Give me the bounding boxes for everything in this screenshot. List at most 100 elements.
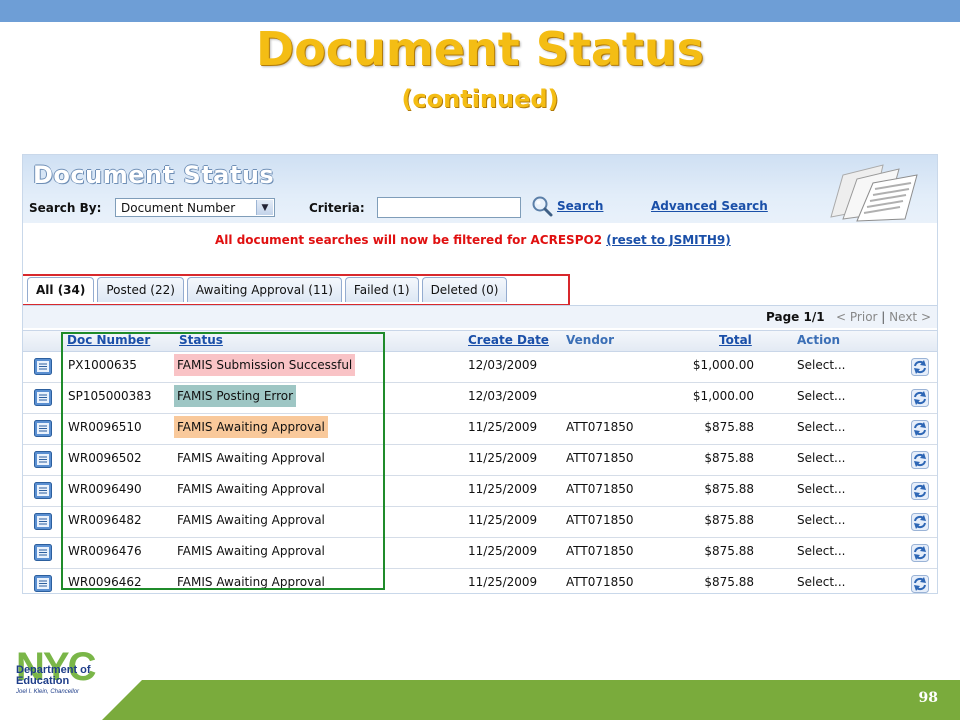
table-row: WR0096476 FAMIS Awaiting Approval 11/25/20… [23,537,937,569]
search-link[interactable]: Search [557,199,603,213]
tabs-highlight-outline [23,274,570,306]
search-by-label: Search By: [29,201,102,215]
action-select[interactable]: Select... [797,513,845,527]
document-icon[interactable] [34,575,52,592]
search-by-select[interactable]: Document Number ▼ [115,198,275,217]
refresh-icon[interactable] [911,575,929,593]
status-text: FAMIS Awaiting Approval [177,513,325,527]
status-cell: FAMIS Awaiting Approval [174,478,328,500]
document-icon[interactable] [34,451,52,468]
status-cell: FAMIS Awaiting Approval [174,416,328,438]
action-select[interactable]: Select... [797,482,845,496]
slide-top-bar [0,0,960,22]
footer-green-bar [102,680,960,720]
header-vendor: Vendor [566,333,615,347]
status-cell: FAMIS Awaiting Approval [174,509,328,531]
status-text: FAMIS Awaiting Approval [177,575,325,589]
app-title: Document Status [33,161,275,189]
slide-subtitle: (continued) [401,85,559,113]
document-icon[interactable] [34,358,52,375]
document-icon[interactable] [34,544,52,561]
status-text: FAMIS Posting Error [177,389,294,403]
status-text: FAMIS Awaiting Approval [177,451,325,465]
header-status[interactable]: Status [179,333,223,347]
vendor-cell: ATT071850 [566,420,634,434]
create-date-cell: 11/25/2009 [468,544,538,558]
vendor-cell: ATT071850 [566,544,634,558]
total-cell: $875.88 [704,482,754,496]
status-text: FAMIS Awaiting Approval [177,544,325,558]
refresh-icon[interactable] [911,358,929,376]
table-header: Doc Number Status Create Date Vendor Tot… [23,330,937,352]
refresh-icon[interactable] [911,513,929,531]
page-indicator: Page 1/1 [766,310,825,324]
filter-notice: All document searches will now be filter… [215,233,731,247]
search-by-value: Document Number [121,201,236,215]
doc-number-cell: WR0096490 [68,482,142,496]
total-cell: $1,000.00 [692,358,754,372]
doc-number-cell: WR0096462 [68,575,142,589]
create-date-cell: 12/03/2009 [468,358,538,372]
document-icon[interactable] [34,482,52,499]
document-icon[interactable] [34,420,52,437]
refresh-icon[interactable] [911,544,929,562]
doc-number-cell: SP105000383 [68,389,152,403]
status-cell: FAMIS Awaiting Approval [174,571,328,593]
action-select[interactable]: Select... [797,420,845,434]
table-row: WR0096482 FAMIS Awaiting Approval 11/25/20… [23,506,937,538]
header-doc-number[interactable]: Doc Number [67,333,150,347]
pager: Page 1/1 < Prior | Next > [766,310,931,324]
table-row: PX1000635 FAMIS Submission Successful 12/0… [23,351,937,383]
document-status-screenshot: Document Status Search By: Document Numb… [22,154,938,594]
refresh-icon[interactable] [911,482,929,500]
action-select[interactable]: Select... [797,358,845,372]
create-date-cell: 11/25/2009 [468,575,538,589]
action-select[interactable]: Select... [797,544,845,558]
total-cell: $1,000.00 [692,389,754,403]
slide-title: Document Status [256,22,704,76]
total-cell: $875.88 [704,451,754,465]
header-action: Action [797,333,841,347]
criteria-label: Criteria: [309,201,365,215]
status-cell: FAMIS Submission Successful [174,354,356,376]
pager-separator: | [881,310,886,324]
status-cell: FAMIS Awaiting Approval [174,540,328,562]
header-create-date[interactable]: Create Date [468,333,549,347]
status-text: FAMIS Awaiting Approval [177,420,325,434]
vendor-cell: ATT071850 [566,575,634,589]
table-row: WR0096490 FAMIS Awaiting Approval 11/25/20… [23,475,937,507]
status-text: FAMIS Awaiting Approval [177,482,325,496]
create-date-cell: 11/25/2009 [468,482,538,496]
vendor-cell: ATT071850 [566,482,634,496]
refresh-icon[interactable] [911,389,929,407]
magnifier-icon[interactable] [531,195,553,217]
header-total[interactable]: Total [719,333,752,347]
advanced-search-link[interactable]: Advanced Search [651,199,768,213]
next-page-link[interactable]: Next > [889,310,931,324]
status-cell: FAMIS Awaiting Approval [174,447,328,469]
slide-page-number: 98 [918,690,938,706]
reset-filter-link[interactable]: (reset to JSMITH9) [606,233,730,247]
doc-number-cell: WR0096482 [68,513,142,527]
action-select[interactable]: Select... [797,451,845,465]
doc-number-cell: WR0096510 [68,420,142,434]
refresh-icon[interactable] [911,420,929,438]
newspaper-icon [830,164,918,222]
criteria-input[interactable] [377,197,521,218]
create-date-cell: 11/25/2009 [468,420,538,434]
vendor-cell: ATT071850 [566,513,634,527]
doc-number-cell: PX1000635 [68,358,137,372]
doc-number-cell: WR0096476 [68,544,142,558]
action-select[interactable]: Select... [797,575,845,589]
document-icon[interactable] [34,513,52,530]
document-icon[interactable] [34,389,52,406]
create-date-cell: 11/25/2009 [468,513,538,527]
action-select[interactable]: Select... [797,389,845,403]
chevron-down-icon[interactable]: ▼ [256,200,273,215]
doc-number-cell: WR0096502 [68,451,142,465]
table-row: SP105000383 FAMIS Posting Error 12/03/2009… [23,382,937,414]
filter-notice-text: All document searches will now be filter… [215,233,603,247]
total-cell: $875.88 [704,544,754,558]
prior-page-link[interactable]: < Prior [836,310,877,324]
refresh-icon[interactable] [911,451,929,469]
